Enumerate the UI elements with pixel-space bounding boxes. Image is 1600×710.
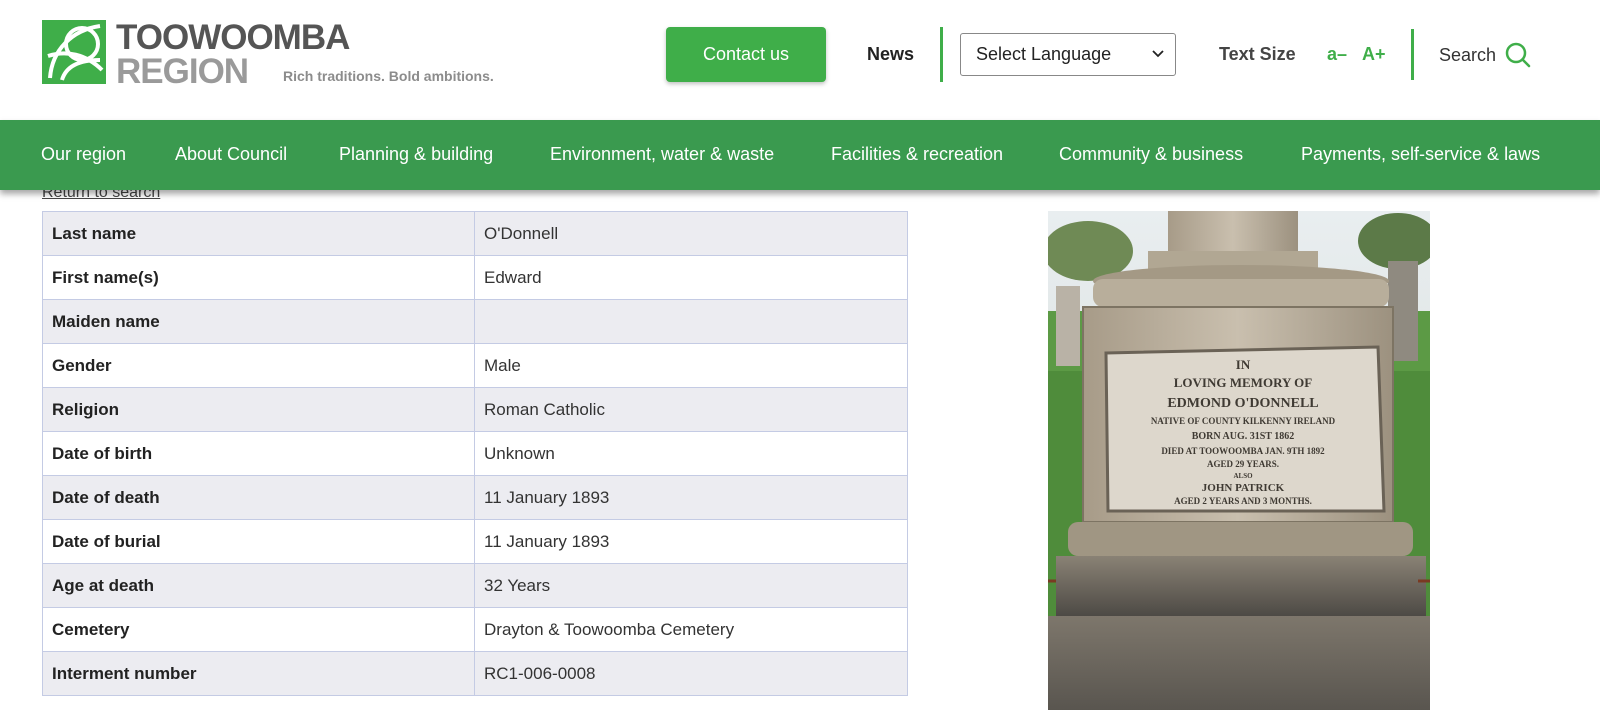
svg-text:LOVING MEMORY OF: LOVING MEMORY OF: [1174, 375, 1313, 390]
language-select[interactable]: Select Language: [960, 33, 1176, 76]
table-row: Interment number RC1-006-0008: [42, 651, 908, 696]
svg-text:IN: IN: [1236, 357, 1251, 372]
header-divider: [940, 27, 943, 82]
header-divider: [1411, 29, 1414, 80]
table-row: Religion Roman Catholic: [42, 387, 908, 432]
row-label: Date of burial: [42, 519, 475, 564]
search-label: Search: [1439, 44, 1497, 65]
table-row: Cemetery Drayton & Toowoomba Cemetery: [42, 607, 908, 652]
row-value: Male: [474, 343, 908, 388]
text-size-increase-button[interactable]: A+: [1362, 44, 1386, 65]
row-label: Maiden name: [42, 299, 475, 344]
nav-item-facilities-recreation[interactable]: Facilities & recreation: [831, 144, 1003, 165]
row-label: Age at death: [42, 563, 475, 608]
svg-text:AGED 29 YEARS.: AGED 29 YEARS.: [1207, 459, 1279, 469]
language-select-value: Select Language: [976, 44, 1112, 64]
site-header: TOOWOOMBA REGION Rich traditions. Bold a…: [0, 0, 1600, 120]
logo-text-region: REGION: [116, 52, 249, 91]
row-label: Religion: [42, 387, 475, 432]
row-value: 32 Years: [474, 563, 908, 608]
logo-tagline: Rich traditions. Bold ambitions.: [283, 68, 494, 84]
svg-text:AGED 2 YEARS AND 3 MONTHS.: AGED 2 YEARS AND 3 MONTHS.: [1174, 496, 1312, 506]
table-row: Gender Male: [42, 343, 908, 388]
row-value: RC1-006-0008: [474, 651, 908, 696]
logo-mark-icon: [42, 20, 106, 84]
search-icon: [1505, 42, 1531, 68]
svg-text:BORN AUG. 31ST 1862: BORN AUG. 31ST 1862: [1192, 431, 1295, 442]
nav-item-payments-self-service-laws[interactable]: Payments, self-service & laws: [1301, 144, 1540, 165]
row-value: Roman Catholic: [474, 387, 908, 432]
nav-item-our-region[interactable]: Our region: [41, 144, 126, 165]
table-row: Last name O'Donnell: [42, 211, 908, 256]
row-label: Interment number: [42, 651, 475, 696]
nav-item-community-business[interactable]: Community & business: [1059, 144, 1243, 165]
headstone-photo[interactable]: IN LOVING MEMORY OF EDMOND O'DONNELL NAT…: [1048, 211, 1430, 710]
row-label: Date of death: [42, 475, 475, 520]
row-value: Unknown: [474, 431, 908, 476]
table-row: Age at death 32 Years: [42, 563, 908, 608]
contact-us-button[interactable]: Contact us: [666, 27, 826, 82]
row-label: Last name: [42, 211, 475, 256]
nav-item-planning-building[interactable]: Planning & building: [339, 144, 493, 165]
svg-text:ALSO: ALSO: [1233, 472, 1253, 480]
nav-item-about-council[interactable]: About Council: [175, 144, 287, 165]
row-label: Cemetery: [42, 607, 475, 652]
table-row: Date of birth Unknown: [42, 431, 908, 476]
svg-text:DIED AT TOOWOOMBA JAN. 9TH 189: DIED AT TOOWOOMBA JAN. 9TH 1892: [1161, 446, 1325, 456]
row-value: Edward: [474, 255, 908, 300]
table-row: Date of death 11 January 1893: [42, 475, 908, 520]
row-label: Date of birth: [42, 431, 475, 476]
svg-text:NATIVE OF COUNTY KILKENNY IREL: NATIVE OF COUNTY KILKENNY IRELAND: [1151, 416, 1336, 426]
burial-details-table: Last name O'Donnell First name(s) Edward M…: [42, 211, 908, 696]
row-value: O'Donnell: [474, 211, 908, 256]
svg-text:EDMOND O'DONNELL: EDMOND O'DONNELL: [1167, 396, 1318, 411]
row-value: 11 January 1893: [474, 519, 908, 564]
row-value: 11 January 1893: [474, 475, 908, 520]
row-value: Drayton & Toowoomba Cemetery: [474, 607, 908, 652]
text-size-decrease-button[interactable]: a–: [1327, 44, 1347, 65]
search-button[interactable]: Search: [1439, 40, 1532, 70]
news-link[interactable]: News: [867, 44, 914, 65]
row-label: Gender: [42, 343, 475, 388]
table-row: First name(s) Edward: [42, 255, 908, 300]
row-label: First name(s): [42, 255, 475, 300]
table-row: Maiden name: [42, 299, 908, 344]
site-logo[interactable]: TOOWOOMBA REGION Rich traditions. Bold a…: [42, 18, 532, 91]
text-size-label: Text Size: [1219, 44, 1296, 64]
table-row: Date of burial 11 January 1893: [42, 519, 908, 564]
nav-item-environment-water-waste[interactable]: Environment, water & waste: [550, 144, 774, 165]
main-navigation: Our region About Council Planning & buil…: [0, 120, 1600, 190]
svg-text:JOHN PATRICK: JOHN PATRICK: [1202, 482, 1285, 494]
row-value: [474, 299, 908, 344]
chevron-down-icon: [1152, 50, 1164, 58]
